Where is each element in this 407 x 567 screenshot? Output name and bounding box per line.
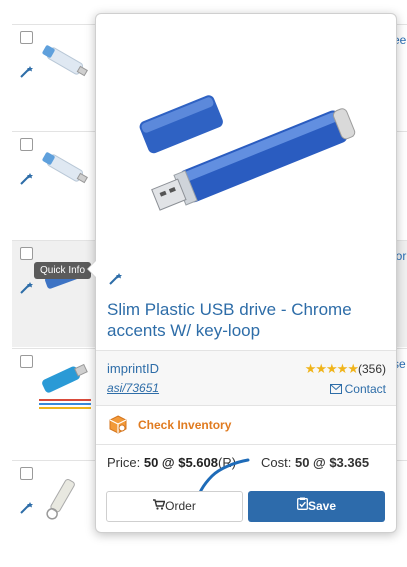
select-checkbox[interactable] [20,355,33,368]
check-inventory-link[interactable]: Check Inventory [138,418,231,432]
product-image [139,95,356,211]
product-thumbnail[interactable] [33,355,97,413]
magic-wand-icon[interactable] [19,172,33,186]
magic-wand-icon[interactable] [19,281,33,295]
select-checkbox[interactable] [20,467,33,480]
clipboard-check-icon [297,497,308,510]
quick-info-popup: Slim Plastic USB drive - Chrome accents … [87,13,397,533]
magic-wand-icon[interactable] [108,272,122,286]
cost-value: 50 @ $3.365 [294,455,370,470]
save-button[interactable]: Save [248,491,385,522]
supplier-section: imprintID asi/73651 ★★★★★(356) Contact [96,350,396,405]
product-thumbnail[interactable] [33,31,97,89]
cost-info: Cost: 50 @ $3.365 [261,455,369,470]
save-label: Save [307,499,337,513]
select-checkbox[interactable] [20,247,33,260]
product-thumbnail[interactable] [33,138,97,196]
envelope-icon [329,384,342,394]
supplier-rating[interactable]: ★★★★★(356) [305,361,386,377]
supplier-name[interactable]: imprintID [107,361,159,376]
asi-number-link[interactable]: asi/73651 [107,381,159,395]
cost-label: Cost: [261,455,292,470]
quick-info-tooltip: Quick Info [34,262,92,279]
product-thumbnail[interactable] [33,467,97,525]
contact-link[interactable]: Contact [329,382,386,396]
product-title[interactable]: Slim Plastic USB drive - Chrome accents … [107,299,387,341]
select-checkbox[interactable] [20,138,33,151]
cart-icon [153,499,166,510]
check-inventory-row[interactable]: Check Inventory [96,405,396,445]
contact-label: Contact [344,382,386,396]
magic-wand-icon[interactable] [19,501,33,515]
select-checkbox[interactable] [20,31,33,44]
order-button[interactable]: Order [106,491,243,522]
rating-count: (356) [357,362,386,376]
magic-wand-icon[interactable] [19,65,33,79]
order-label: Order [165,499,196,513]
price-label: Price: [107,455,141,470]
rating-stars: ★★★★★ [304,361,359,376]
inventory-box-icon [109,415,127,434]
